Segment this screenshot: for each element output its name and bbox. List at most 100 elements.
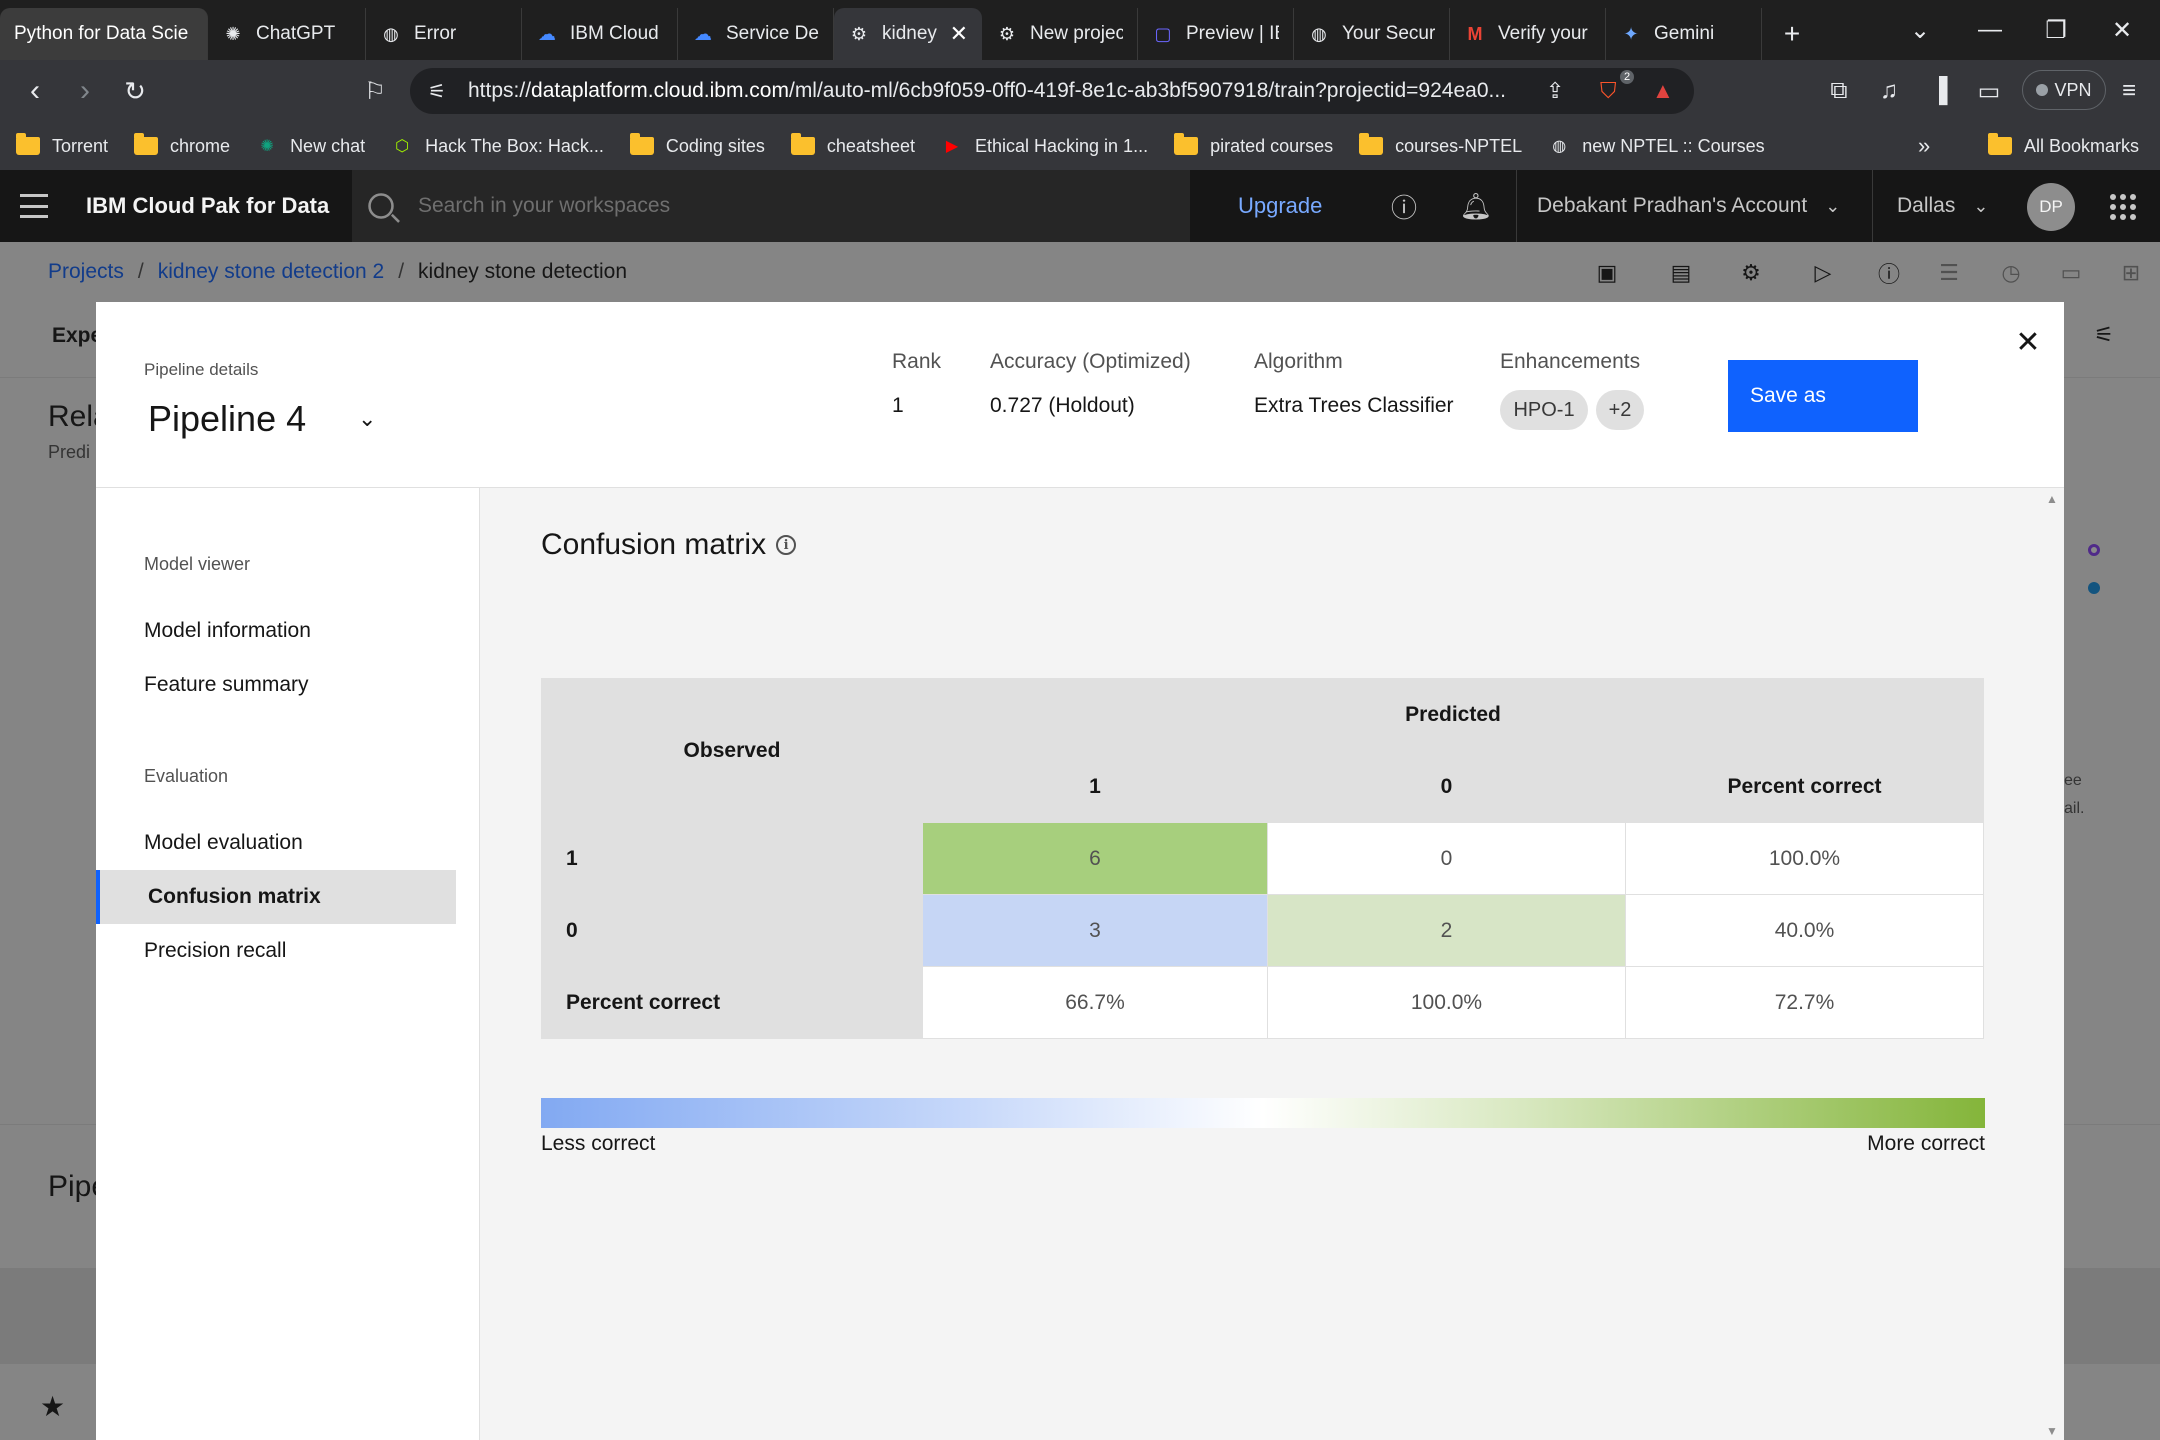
browser-tab[interactable]: ◍ Error [366,8,522,60]
tab-search-icon[interactable]: ⌄ [1888,0,1952,60]
reload-icon[interactable]: ↻ [110,60,160,122]
account-switcher[interactable]: Debakant Pradhan's Account ⌄ [1516,170,1872,242]
brave-shields-icon[interactable]: ⛉ [1600,78,1617,104]
back-icon[interactable]: ‹ [10,60,60,122]
all-bookmarks[interactable]: All Bookmarks [1988,133,2140,157]
bookmark-folder[interactable]: chrome [134,133,230,157]
share-icon[interactable]: ⇪ [1546,78,1564,104]
sidebar-item-feature-summary[interactable]: Feature summary [96,658,456,712]
bookmark-label: courses-NPTEL [1395,135,1523,156]
bookmark-label: pirated courses [1210,135,1334,156]
upgrade-link[interactable]: Upgrade [1238,170,1322,242]
bookmark-link[interactable]: ◍ new NPTEL :: Courses [1548,135,1764,157]
bookmark-folder[interactable]: Torrent [16,133,109,157]
avatar[interactable]: DP [2027,183,2075,231]
tab-close-icon[interactable]: ✕ [940,21,968,47]
more-bookmarks-icon[interactable]: » [1918,133,1930,159]
info-icon[interactable]: i [776,535,797,555]
bookmark-label: All Bookmarks [2024,135,2140,156]
scale-label-more: More correct [1867,1132,1985,1155]
scroll-up-icon[interactable]: ▲ [2046,492,2058,506]
bookmark-folder[interactable]: pirated courses [1174,133,1334,157]
browser-tab[interactable]: M Verify your [1450,8,1606,60]
shields-badge: 2 [1620,70,1635,84]
restore-icon[interactable]: ❐ [2024,0,2088,60]
notification-bell-icon[interactable]: 🔔︎ [1446,170,1506,242]
predicted-header: Predicted [922,678,1984,751]
site-settings-icon[interactable]: ⚟ [428,79,446,104]
close-icon[interactable]: ✕ [2010,324,2046,360]
rank-label: Rank [892,350,942,373]
search-icon [368,193,394,219]
percent-correct-cell: 66.7% [922,966,1268,1039]
account-name: Debakant Pradhan's Account [1537,194,1808,217]
url-bar[interactable]: ⚟ https://dataplatform.cloud.ibm.com/ml/… [410,68,1694,114]
window-close-icon[interactable]: ✕ [2090,0,2154,60]
table-row: 1 6 0 100.0% [541,822,1984,895]
browser-tab-active[interactable]: ⚙ kidney ✕ [834,8,982,60]
workspace-search[interactable]: Search in your workspaces [352,170,1190,242]
extensions-icon[interactable]: ⧉ [1820,72,1858,110]
tab-label: Python for Data Scie [14,23,189,44]
browser-tab[interactable]: ✺ ChatGPT [208,8,366,60]
accuracy-value: 0.727 (Holdout) [990,394,1135,417]
hamburger-menu-icon[interactable] [20,194,48,218]
browser-tab[interactable]: ✦ Gemini [1606,8,1762,60]
confusion-matrix-panel: Confusion matrix i ▲ ▼ Observed Predicte… [480,488,2064,1440]
brave-rewards-icon[interactable]: ▲ [1652,78,1674,104]
bookmark-label: Torrent [52,135,109,156]
menu-icon[interactable]: ≡ [2110,72,2148,110]
vpn-button[interactable]: VPN [2022,70,2106,110]
globe-icon: ◍ [1311,23,1327,44]
pipeline-name[interactable]: Pipeline 4 [148,398,306,440]
scroll-down-icon[interactable]: ▼ [2046,1424,2058,1438]
browser-tab[interactable]: ☁ IBM Cloud [522,8,678,60]
tab-label: Gemini [1654,23,1715,44]
bookmark-link[interactable]: ▶ Ethical Hacking in 1... [941,135,1148,157]
enhancement-more-tag[interactable]: +2 [1596,390,1644,430]
sidebar-item-model-evaluation[interactable]: Model evaluation [96,816,456,870]
sidebar-item-model-information[interactable]: Model information [96,604,456,658]
minimize-icon[interactable]: — [1958,0,2022,60]
browser-tab[interactable]: ☁ Service Det [678,8,834,60]
app-switcher-icon[interactable] [2110,194,2136,220]
app-brand[interactable]: IBM Cloud Pak for Data [86,170,329,242]
bookmark-link[interactable]: ⬡ Hack The Box: Hack... [391,135,604,157]
predicted-class-1-header: 1 [922,750,1268,823]
new-tab-button[interactable]: + [1762,8,1822,60]
help-icon[interactable]: ⓘ [1374,170,1434,242]
chatgpt-icon: ✺ [260,138,274,155]
chevron-down-icon: ⌄ [1825,195,1841,216]
sidebar-item-confusion-matrix[interactable]: Confusion matrix [96,870,456,924]
search-placeholder: Search in your workspaces [418,194,671,217]
sidebar-item-precision-recall[interactable]: Precision recall [96,924,456,978]
row-label: Percent correct [541,966,923,1039]
save-as-button[interactable]: Save as [1728,360,1918,432]
globe-icon: ◍ [1552,138,1567,155]
bookmark-label: New chat [290,135,366,156]
wallet-icon[interactable]: ▭ [1970,72,2008,110]
percent-correct-header: Percent correct [1625,750,1984,823]
gemini-icon: ✦ [1623,23,1639,44]
app-header: IBM Cloud Pak for Data Search in your wo… [0,170,2160,242]
bookmark-icon[interactable]: ⚐ [350,60,400,122]
gmail-icon: M [1467,23,1483,44]
chevron-down-icon[interactable]: ⌄ [358,406,376,432]
forward-icon[interactable]: › [60,60,110,122]
region-switcher[interactable]: Dallas ⌄ [1872,170,1998,242]
region-name: Dallas [1897,194,1956,217]
bookmark-link[interactable]: ✺ New chat [256,135,365,157]
browser-tab[interactable]: ◍ Your Secur [1294,8,1450,60]
browser-tab[interactable]: Python for Data Scie [0,8,208,60]
bookmark-folder[interactable]: courses-NPTEL [1359,133,1523,157]
matrix-cell: 0 [1267,822,1626,895]
url-host: dataplatform.cloud.ibm.com [531,79,789,102]
matrix-cell: 2 [1267,894,1626,967]
media-icon[interactable]: ♫ [1870,72,1908,110]
sidebar-icon[interactable]: ▐ [1920,72,1958,110]
bookmark-folder[interactable]: Coding sites [629,133,765,157]
browser-tab[interactable]: ⚙ New projec [982,8,1138,60]
table-row: 0 3 2 40.0% [541,894,1984,967]
browser-tab[interactable]: ▢ Preview | IB [1138,8,1294,60]
bookmark-folder[interactable]: cheatsheet [790,133,915,157]
